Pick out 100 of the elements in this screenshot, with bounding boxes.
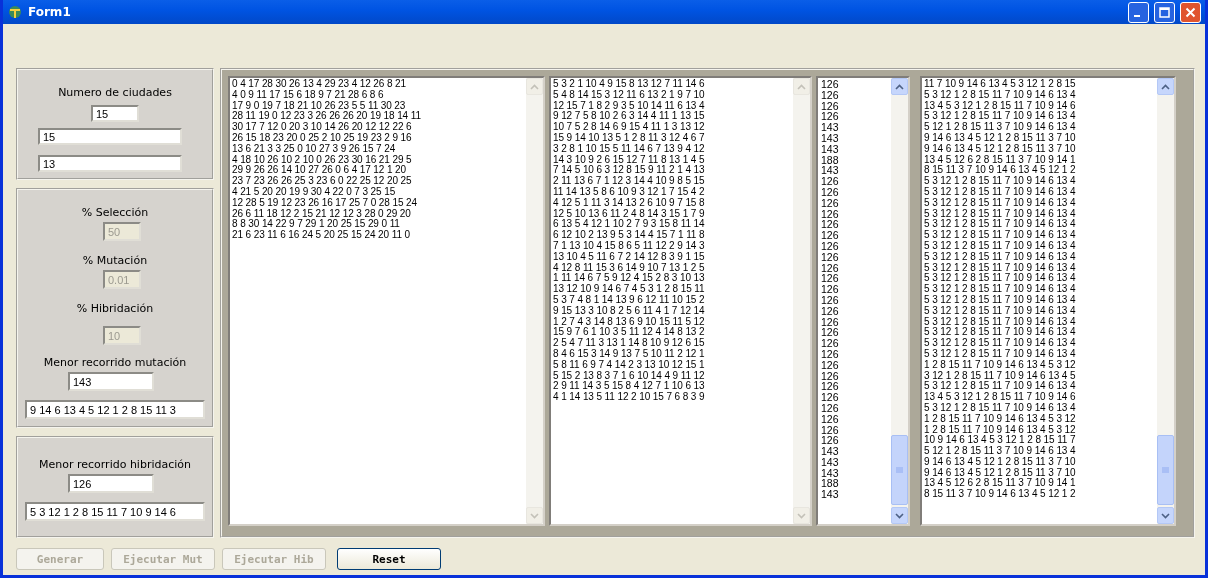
parameter-label: % Selección (81, 206, 149, 219)
list-item[interactable]: 143 (820, 122, 839, 133)
list-item[interactable]: 126 (820, 230, 839, 241)
memo-line: 13 12 10 9 14 6 7 4 5 3 1 2 8 15 11 (553, 284, 705, 295)
scroll-up-button[interactable] (891, 78, 908, 95)
close-button[interactable] (1180, 1, 1201, 23)
list-item[interactable]: 126 (820, 197, 839, 209)
memo-line: 1 2 7 4 3 14 8 13 6 9 10 15 11 5 12 (553, 316, 705, 327)
memo-line: 8 15 11 3 7 10 9 14 6 13 4 5 12 1 2 (924, 489, 1076, 501)
memo-line: 9 14 6 13 4 5 12 1 2 8 15 11 3 7 10 (924, 143, 1076, 155)
list-item[interactable]: 126 (820, 176, 839, 187)
memo-line: 4 12 5 1 11 3 14 13 2 6 10 9 7 15 8 (553, 197, 705, 209)
list-item[interactable]: 126 (820, 294, 839, 306)
list-item[interactable]: 126 (820, 392, 839, 403)
list-item[interactable]: 143 (820, 446, 839, 457)
scroll-up-button[interactable] (1157, 78, 1174, 95)
list-item[interactable]: 126 (820, 79, 839, 90)
list-item[interactable]: 126 (820, 186, 839, 198)
scrollbar[interactable] (1157, 78, 1174, 524)
list-item[interactable]: 143 (820, 467, 839, 479)
memo-line: 23 7 23 26 26 25 3 23 6 0 22 25 12 20 25 (232, 176, 412, 187)
app-icon (7, 4, 23, 20)
memo-line: 9 14 6 13 4 5 12 1 2 8 15 11 3 7 10 (924, 467, 1076, 478)
list-item[interactable]: 126 (820, 327, 839, 339)
memo-line: 15 9 14 10 13 5 1 2 8 11 3 12 4 6 7 (553, 133, 705, 144)
memo-line: 4 12 8 11 15 3 6 14 9 10 7 13 1 2 5 (553, 262, 705, 273)
list-item[interactable]: 126 (820, 89, 839, 101)
list-item[interactable]: 143 (820, 133, 839, 144)
memo-line: 17 9 0 19 7 18 21 10 26 23 5 5 11 30 23 (232, 100, 406, 111)
memo-line: 14 3 10 9 2 6 15 12 7 11 8 13 1 4 5 (553, 154, 705, 165)
window-title: Form1 (28, 5, 72, 19)
memo-line: 5 3 2 1 10 4 9 15 8 13 12 7 11 14 6 (553, 79, 705, 90)
memo-line: 26 15 18 23 20 0 25 2 10 25 19 23 2 9 16 (232, 133, 412, 144)
memo-line: 6 12 10 2 13 9 5 3 14 4 15 7 1 11 8 (553, 230, 705, 241)
list-item[interactable]: 126 (820, 208, 839, 220)
memo-line: 5 15 2 13 8 3 7 1 6 10 14 4 9 11 12 (553, 370, 705, 381)
list-box[interactable]: 126 126 126 126 143 143 143 188 143 126 126 126 126 126 126 126 126 126 126 126 126 126 126 126 126 126 126 126 126 126 126 126 126 126 143 143 143 188 143 (816, 76, 910, 526)
list-item[interactable]: 143 (820, 489, 839, 501)
memo-line: 9 14 6 13 4 5 12 1 2 8 15 11 3 7 10 (924, 456, 1076, 468)
list-item[interactable]: 126 (820, 338, 839, 349)
scroll-thumb[interactable] (891, 435, 908, 505)
scroll-down-button[interactable] (891, 507, 908, 524)
list-item[interactable]: 126 (820, 100, 839, 112)
memo-line: 1 11 14 6 7 5 9 12 4 15 2 8 3 10 13 (553, 273, 705, 284)
list-item[interactable]: 126 (820, 316, 839, 328)
memo-line: 9 14 6 13 4 5 12 1 2 8 15 11 3 7 10 (924, 133, 1076, 144)
memo-line: 13 4 5 3 12 1 2 8 15 11 7 10 9 14 6 (924, 392, 1076, 403)
list-item[interactable]: 126 (820, 240, 839, 252)
route-field[interactable]: 5 3 12 1 2 8 15 11 7 10 9 14 6 (25, 502, 205, 521)
memo-line: 6 13 5 4 12 1 10 2 7 9 3 15 8 11 14 (553, 219, 705, 230)
memo-line: 8 4 6 15 3 14 9 13 7 5 10 11 2 12 1 (553, 348, 705, 360)
list-item[interactable]: 126 (820, 251, 839, 263)
list-item[interactable]: 188 (820, 478, 839, 490)
best-hybrid-label: Menor recorrido hibridación (38, 458, 191, 471)
minimize-button[interactable] (1128, 1, 1149, 23)
memo-box[interactable] (920, 76, 1176, 526)
memo-line: 10 7 5 2 8 14 6 9 15 4 11 1 3 13 12 (553, 122, 705, 133)
list-item[interactable]: 126 (820, 348, 839, 360)
route-field[interactable]: 9 14 6 13 4 5 12 1 2 8 15 11 3 (25, 400, 205, 419)
scrollbar[interactable] (891, 78, 908, 524)
memo-line: 5 3 12 1 2 8 15 11 7 10 9 14 6 13 4 (924, 402, 1076, 414)
list-item[interactable]: 126 (820, 219, 839, 231)
memo-line: 5 3 7 4 8 1 14 13 9 6 12 11 10 15 2 (553, 294, 705, 306)
list-item[interactable]: 126 (820, 273, 839, 285)
list-item[interactable]: 143 (820, 143, 839, 155)
memo-line: 5 3 12 1 2 8 15 11 7 10 9 14 6 13 4 (924, 338, 1076, 349)
list-item[interactable]: 126 (820, 424, 839, 436)
list-item[interactable]: 126 (820, 370, 839, 382)
memo-line: 4 1 14 13 5 11 12 2 10 15 7 6 8 3 9 (553, 392, 705, 403)
list-item[interactable]: 188 (820, 154, 839, 166)
list-item[interactable]: 126 (820, 262, 839, 274)
maximize-button[interactable] (1154, 1, 1175, 23)
memo-line: 3 12 1 2 8 15 11 7 10 9 14 6 13 4 5 (924, 370, 1076, 381)
list-item[interactable]: 126 (820, 111, 839, 123)
list-item[interactable]: 126 (820, 413, 839, 425)
memo-line: 1 2 8 15 11 7 10 9 14 6 13 4 5 3 12 (924, 359, 1076, 371)
memo-line: 11 7 10 9 14 6 13 4 5 3 12 1 2 8 15 (924, 79, 1076, 90)
memo-line: 4 0 9 11 17 15 6 18 9 7 21 28 6 8 6 (232, 89, 384, 101)
scroll-down-button[interactable] (1157, 507, 1174, 524)
list-item[interactable]: 126 (820, 381, 839, 393)
list-item[interactable]: 126 (820, 305, 839, 317)
list-item[interactable]: 126 (820, 284, 839, 295)
distance-field[interactable]: 126 (68, 474, 154, 493)
input-field[interactable]: 15 (38, 128, 182, 145)
list-item[interactable]: 126 (820, 359, 839, 371)
action-button[interactable]: Reset (337, 548, 441, 570)
distance-field[interactable]: 143 (68, 372, 154, 391)
list-item[interactable]: 126 (820, 402, 839, 414)
list-item[interactable]: 143 (820, 456, 839, 468)
memo-line: 5 3 12 1 2 8 15 11 7 10 9 14 6 13 4 (924, 197, 1076, 209)
input-field[interactable]: 13 (38, 155, 182, 172)
list-item[interactable]: 143 (820, 165, 839, 177)
memo-line: 5 3 12 1 2 8 15 11 7 10 9 14 6 13 4 (924, 381, 1076, 392)
memo-box[interactable] (549, 76, 812, 526)
cities-count-field[interactable]: 15 (91, 105, 139, 122)
memo-line: 5 3 12 1 2 8 15 11 7 10 9 14 6 13 4 (924, 186, 1076, 198)
memo-box[interactable] (228, 76, 545, 526)
list-item[interactable]: 126 (820, 435, 839, 447)
scroll-thumb[interactable] (1157, 435, 1174, 505)
memo-line: 5 3 12 1 2 8 15 11 7 10 9 14 6 13 4 (924, 262, 1076, 273)
